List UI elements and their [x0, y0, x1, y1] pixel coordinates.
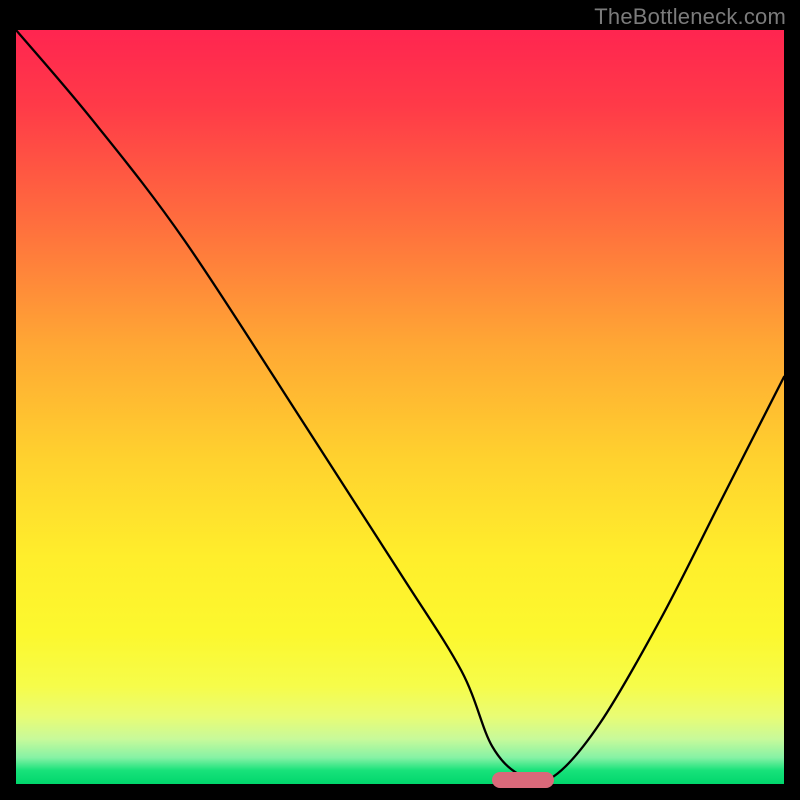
plot-area [16, 30, 784, 784]
bottleneck-curve [16, 30, 784, 782]
watermark-label: TheBottleneck.com [594, 4, 786, 30]
curve-layer [16, 30, 784, 784]
optimum-marker [492, 772, 553, 788]
chart-frame: TheBottleneck.com [0, 0, 800, 800]
